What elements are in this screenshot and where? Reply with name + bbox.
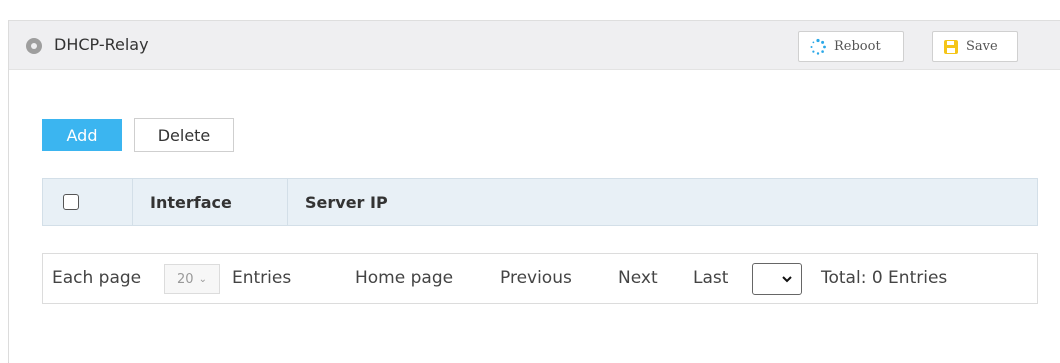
next-link[interactable]: Next	[618, 268, 658, 288]
page-title: DHCP-Relay	[54, 35, 149, 54]
entries-label: Entries	[232, 268, 292, 288]
reboot-button[interactable]: Reboot	[798, 31, 904, 62]
table-header: Interface Server IP	[42, 178, 1038, 226]
page-size-select[interactable]: 20 ⌄	[164, 264, 220, 294]
chevron-down-icon	[782, 276, 792, 283]
page-size-value: 20	[177, 271, 194, 287]
save-button[interactable]: Save	[932, 31, 1018, 62]
delete-button[interactable]: Delete	[134, 118, 234, 152]
spinner-icon	[810, 38, 826, 55]
reboot-label: Reboot	[834, 39, 881, 54]
save-label: Save	[966, 39, 998, 54]
total-entries-label: Total: 0 Entries	[821, 268, 948, 288]
previous-link[interactable]: Previous	[500, 268, 572, 288]
panel-content: Add Delete Interface Server IP Each page…	[9, 71, 1060, 363]
circle-dot-icon	[26, 38, 42, 54]
pagination-bar: Each page 20 ⌄ Entries Home page Previou…	[42, 253, 1038, 304]
select-all-cell	[43, 179, 133, 225]
column-header-server-ip[interactable]: Server IP	[288, 179, 1037, 225]
select-all-checkbox[interactable]	[63, 194, 79, 210]
home-page-link[interactable]: Home page	[355, 268, 453, 288]
last-link[interactable]: Last	[693, 268, 728, 288]
dhcp-relay-panel: DHCP-Relay Reboot Save Add Delete Interf…	[8, 20, 1060, 363]
floppy-disk-icon	[944, 39, 958, 54]
panel-header: DHCP-Relay Reboot Save	[9, 20, 1060, 70]
add-button[interactable]: Add	[42, 119, 122, 151]
page-number-select[interactable]	[752, 263, 802, 295]
chevron-down-icon: ⌄	[198, 273, 207, 285]
column-header-interface[interactable]: Interface	[133, 179, 288, 225]
each-page-label: Each page	[52, 268, 142, 288]
